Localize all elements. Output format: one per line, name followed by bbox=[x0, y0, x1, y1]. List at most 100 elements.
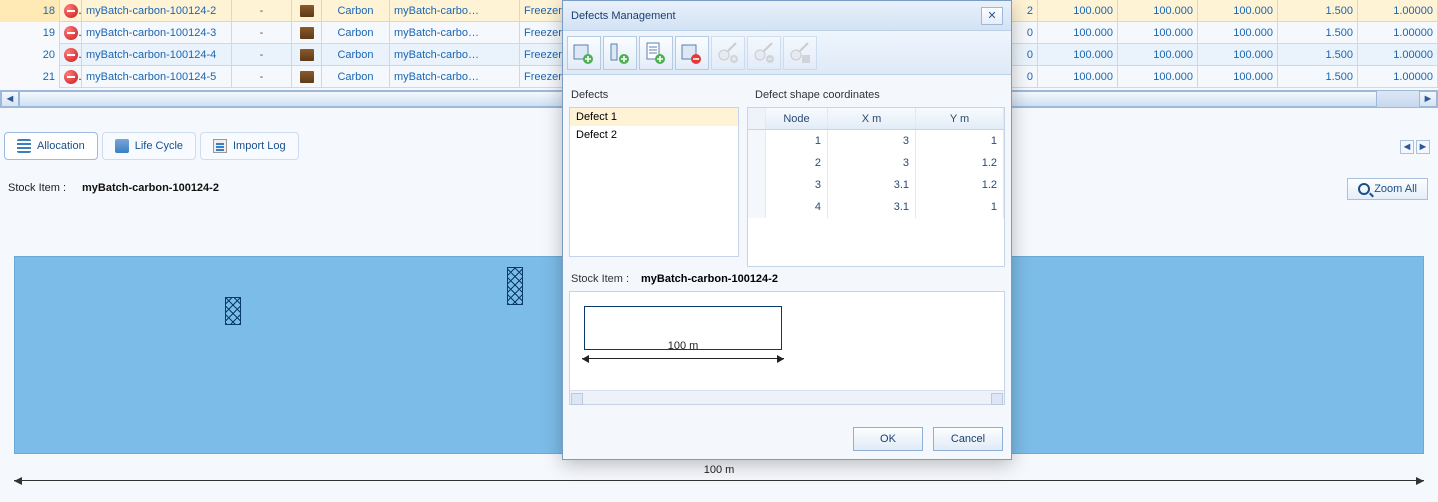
import-log-icon bbox=[213, 139, 227, 153]
row-v3: 100.000 bbox=[1198, 44, 1278, 66]
dialog-canvas-scrollbar[interactable] bbox=[570, 390, 1004, 404]
import-defects-button[interactable] bbox=[639, 36, 673, 70]
dialog-titlebar[interactable]: Defects Management ✕ bbox=[563, 1, 1011, 31]
dimension-line bbox=[14, 480, 1424, 481]
dialog-canvas[interactable]: 100 m bbox=[569, 291, 1005, 405]
defects-management-dialog: Defects Management ✕ Defects Defect shap… bbox=[562, 0, 1012, 460]
dialog-close-button[interactable]: ✕ bbox=[981, 7, 1003, 25]
coord-y[interactable]: 1 bbox=[916, 196, 1004, 218]
row-material: Carbon bbox=[322, 22, 390, 44]
add-shape-button[interactable] bbox=[603, 36, 637, 70]
pager-prev[interactable]: ◄ bbox=[1400, 140, 1414, 154]
row-v3: 100.000 bbox=[1198, 22, 1278, 44]
zoom-all-label: Zoom All bbox=[1374, 183, 1417, 195]
minus-icon bbox=[64, 48, 78, 62]
detail-tabs: Allocation Life Cycle Import Log bbox=[4, 132, 299, 160]
row-v3: 100.000 bbox=[1198, 0, 1278, 22]
coordinates-header: Node X m Y m bbox=[748, 108, 1004, 130]
ok-button[interactable]: OK bbox=[853, 427, 923, 451]
cancel-button[interactable]: Cancel bbox=[933, 427, 1003, 451]
status-icon-cell bbox=[60, 22, 82, 44]
book-icon bbox=[300, 5, 314, 17]
tab-life-cycle-label: Life Cycle bbox=[135, 140, 183, 152]
clear-nodes-button bbox=[783, 36, 817, 70]
defect-list-item[interactable]: Defect 2 bbox=[570, 126, 738, 144]
row-v4: 1.500 bbox=[1278, 0, 1358, 22]
row-name: myBatch-carbon-100124-2 bbox=[82, 0, 232, 22]
remove-defect-icon bbox=[680, 41, 704, 65]
minus-icon bbox=[64, 70, 78, 84]
row-dash: - bbox=[232, 22, 292, 44]
defect-marker-1[interactable] bbox=[225, 297, 241, 325]
add-shape-icon bbox=[608, 41, 632, 65]
row-material: Carbon bbox=[322, 66, 390, 88]
minus-icon bbox=[64, 4, 78, 18]
remove-defect-button[interactable] bbox=[675, 36, 709, 70]
dialog-toolbar bbox=[563, 31, 1011, 75]
row-material: Carbon bbox=[322, 44, 390, 66]
row-batch: myBatch-carbo… bbox=[390, 0, 520, 22]
dialog-stock-value: myBatch-carbon-100124-2 bbox=[641, 273, 778, 285]
defect-list-item[interactable]: Defect 1 bbox=[570, 108, 738, 126]
coord-y[interactable]: 1 bbox=[916, 130, 1004, 152]
canvas-dimension: 100 m bbox=[14, 466, 1424, 494]
defects-list[interactable]: Defect 1Defect 2 bbox=[569, 107, 739, 257]
row-batch: myBatch-carbo… bbox=[390, 22, 520, 44]
coord-row[interactable]: 43.11 bbox=[748, 196, 1004, 218]
row-index: 19 bbox=[0, 22, 60, 44]
remove-node-button bbox=[747, 36, 781, 70]
tab-allocation[interactable]: Allocation bbox=[4, 132, 98, 160]
col-y: Y m bbox=[916, 108, 1004, 129]
coord-x[interactable]: 3.1 bbox=[828, 196, 916, 218]
coord-node: 4 bbox=[766, 196, 828, 218]
add-defect-button[interactable] bbox=[567, 36, 601, 70]
coord-row[interactable]: 131 bbox=[748, 130, 1004, 152]
row-index: 18 bbox=[0, 0, 60, 22]
col-node: Node bbox=[766, 108, 828, 129]
book-icon bbox=[300, 71, 314, 83]
row-v2: 100.000 bbox=[1118, 44, 1198, 66]
coord-x[interactable]: 3 bbox=[828, 152, 916, 174]
book-icon-cell bbox=[292, 66, 322, 88]
coordinates-grid[interactable]: Node X m Y m 131231.233.11.243.11 bbox=[747, 107, 1005, 267]
scroll-left-button[interactable]: ◄ bbox=[1, 91, 19, 107]
coord-row[interactable]: 33.11.2 bbox=[748, 174, 1004, 196]
col-x: X m bbox=[828, 108, 916, 129]
pager-next[interactable]: ► bbox=[1416, 140, 1430, 154]
row-dash: - bbox=[232, 66, 292, 88]
row-batch: myBatch-carbo… bbox=[390, 44, 520, 66]
dialog-title: Defects Management bbox=[571, 10, 676, 22]
row-name: myBatch-carbon-100124-4 bbox=[82, 44, 232, 66]
coord-y[interactable]: 1.2 bbox=[916, 174, 1004, 196]
defects-list-label: Defects bbox=[571, 89, 608, 101]
zoom-all-button[interactable]: Zoom All bbox=[1347, 178, 1428, 200]
row-v4: 1.500 bbox=[1278, 22, 1358, 44]
row-v5: 1.00000 bbox=[1358, 44, 1438, 66]
row-v2: 100.000 bbox=[1118, 22, 1198, 44]
row-v1: 100.000 bbox=[1038, 22, 1118, 44]
coord-node: 2 bbox=[766, 152, 828, 174]
book-icon bbox=[300, 27, 314, 39]
row-dash: - bbox=[232, 0, 292, 22]
defect-marker-2[interactable] bbox=[507, 267, 523, 305]
coords-label: Defect shape coordinates bbox=[755, 89, 880, 101]
life-cycle-icon bbox=[115, 139, 129, 153]
coord-row[interactable]: 231.2 bbox=[748, 152, 1004, 174]
row-v5: 1.00000 bbox=[1358, 0, 1438, 22]
coord-x[interactable]: 3.1 bbox=[828, 174, 916, 196]
coord-y[interactable]: 1.2 bbox=[916, 152, 1004, 174]
book-icon-cell bbox=[292, 0, 322, 22]
tab-import-log-label: Import Log bbox=[233, 140, 286, 152]
add-node-icon bbox=[716, 41, 740, 65]
coord-x[interactable]: 3 bbox=[828, 130, 916, 152]
tab-import-log[interactable]: Import Log bbox=[200, 132, 299, 160]
clear-nodes-icon bbox=[788, 41, 812, 65]
row-v5: 1.00000 bbox=[1358, 22, 1438, 44]
import-defects-icon bbox=[644, 41, 668, 65]
coord-row-indicator bbox=[748, 174, 766, 196]
tab-life-cycle[interactable]: Life Cycle bbox=[102, 132, 196, 160]
scroll-right-button[interactable]: ► bbox=[1419, 91, 1437, 107]
status-icon-cell bbox=[60, 44, 82, 66]
dialog-dimension: 100 m bbox=[582, 358, 784, 359]
row-index: 21 bbox=[0, 66, 60, 88]
